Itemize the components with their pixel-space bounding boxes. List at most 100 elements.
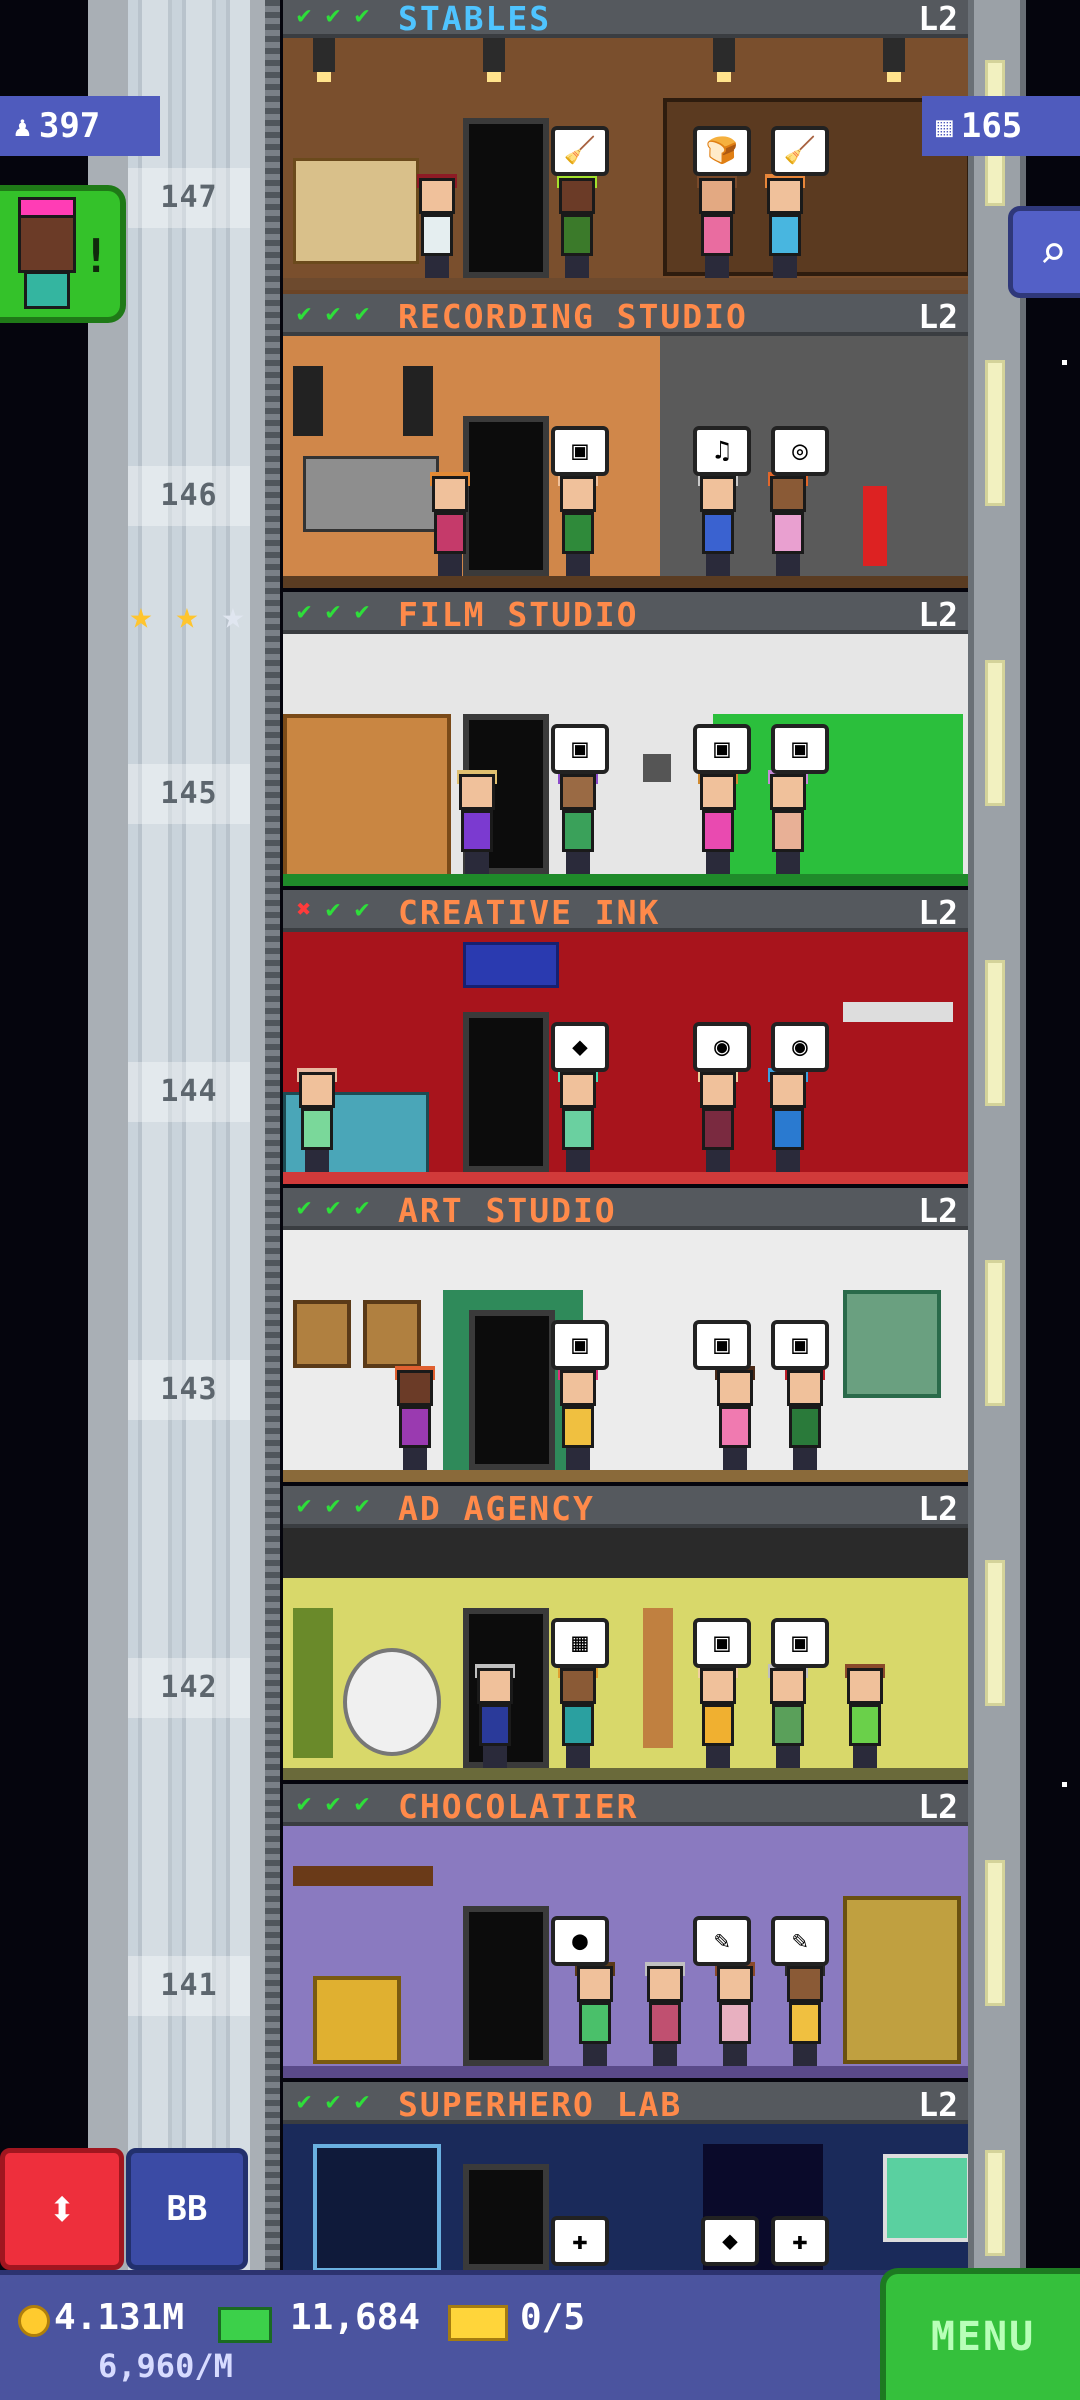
stock-bubble[interactable]: ♫ [693, 426, 751, 476]
floor-superhero-lab[interactable]: ✔ ✔ ✔ SUPERHERO LAB L2 ✚ ◆ ✚ [283, 2082, 968, 2270]
window [985, 960, 1005, 1106]
floor-header: ✔ ✔ ✔ RECORDING STUDIO L2 [283, 294, 968, 336]
stock-bubble[interactable]: ▣ [551, 1320, 609, 1370]
floor-level: L2 [918, 297, 958, 336]
floor-door[interactable] [463, 1906, 549, 2066]
star-icon: ★ [129, 593, 153, 637]
stock-bubble[interactable]: ▣ [693, 1320, 751, 1370]
painting [293, 1300, 351, 1368]
check-icon: ✔ [325, 299, 341, 327]
floor-header: ✔ ✔ ✔ ART STUDIO L2 [283, 1188, 968, 1230]
floor-level: L2 [918, 1489, 958, 1528]
lantern-icon [313, 38, 335, 82]
stock-bubble[interactable]: ▣ [771, 1618, 829, 1668]
check-icon: ✔ [354, 597, 370, 625]
stock-bubble[interactable]: ▣ [693, 724, 751, 774]
stock-bubble[interactable]: ✚ [551, 2216, 609, 2266]
lantern-icon [483, 38, 505, 82]
stock-bubble[interactable]: ▣ [693, 1618, 751, 1668]
population-counter[interactable]: ♟ 397 [0, 96, 160, 156]
floor-creative-ink[interactable]: ✖ ✔ ✔ CREATIVE INK L2 ◆ ◉ ◉ [283, 890, 968, 1188]
floor-status-checks: ✔ ✔ ✔ [291, 2087, 375, 2116]
stock-bubble[interactable]: ◎ [771, 426, 829, 476]
floors-counter[interactable]: ▦ 165 [922, 96, 1080, 156]
floor-number: 143 [160, 1372, 218, 1407]
room-floor [283, 576, 968, 588]
floor-stables[interactable]: ✔ ✔ ✔ STABLES L2 🧹 🍞 🧹 [283, 0, 968, 294]
ink-sign [463, 942, 559, 988]
room-floor [283, 1470, 968, 1482]
floor-door[interactable] [463, 1012, 549, 1172]
floor-name: SUPERHERO LAB [398, 2085, 683, 2124]
bitbook-button[interactable]: BB [126, 2148, 248, 2270]
stock-bubble[interactable]: ◆ [551, 1022, 609, 1072]
floor-number: 141 [160, 1968, 218, 2003]
floor-name: ART STUDIO [398, 1191, 617, 1230]
stock-bubble[interactable]: ▣ [771, 1320, 829, 1370]
painting [363, 1300, 421, 1368]
floor-recording-studio[interactable]: ✔ ✔ ✔ RECORDING STUDIO L2 ▣ ♫ ◎ [283, 294, 968, 592]
stock-bubble[interactable]: 🧹 [551, 126, 609, 176]
background-star [1062, 360, 1067, 365]
stock-bubble[interactable]: ✎ [771, 1916, 829, 1966]
floor-film-studio[interactable]: ✔ ✔ ✔ FILM STUDIO L2 ▣ ▣ ▣ [283, 592, 968, 890]
stock-bubble[interactable]: ✚ [771, 2216, 829, 2266]
room-floor [283, 1768, 968, 1780]
stock-bubble[interactable]: ▣ [771, 724, 829, 774]
check-icon: ✔ [354, 1491, 370, 1519]
check-icon: ✔ [296, 299, 312, 327]
floor-door[interactable] [463, 416, 549, 576]
check-icon: ✔ [325, 1491, 341, 1519]
floor-level: L2 [918, 2085, 958, 2124]
stock-bubble[interactable]: ◆ [701, 2216, 759, 2266]
elevator-button[interactable]: ⬍ [0, 2148, 124, 2270]
floor-header: ✔ ✔ ✔ AD AGENCY L2 [283, 1486, 968, 1528]
bitizen-alert-button[interactable]: ! [0, 185, 126, 323]
floor-header: ✔ ✔ ✔ CHOCOLATIER L2 [283, 1784, 968, 1826]
stock-bubble[interactable]: ▣ [551, 724, 609, 774]
floor-name: CREATIVE INK [398, 893, 661, 932]
floor-door[interactable] [469, 1310, 555, 1470]
check-icon: ✔ [354, 1193, 370, 1221]
stock-bubble[interactable]: ● [551, 1916, 609, 1966]
alert-icon: ! [82, 229, 110, 283]
population-icon: ♟ [14, 109, 31, 143]
floor-number: 144 [160, 1074, 218, 1109]
room-interior: ● ✎ ✎ [283, 1826, 968, 2078]
check-icon: ✔ [354, 299, 370, 327]
room-floor [283, 1172, 968, 1184]
bux-icon [218, 2307, 272, 2343]
check-icon: ✔ [296, 597, 312, 625]
elevator-cable [265, 0, 280, 2270]
floor-door[interactable] [463, 118, 549, 278]
floor-door[interactable] [463, 2164, 549, 2270]
star-icon: ★ [221, 593, 245, 637]
avatar [18, 215, 76, 273]
shelf [293, 1866, 433, 1886]
tickets-value: 0/5 [520, 2297, 586, 2338]
room-floor [283, 2066, 968, 2078]
floor-ad-agency[interactable]: ✔ ✔ ✔ AD AGENCY L2 ▦ ▣ ▣ [283, 1486, 968, 1784]
stock-bubble[interactable]: ◉ [693, 1022, 751, 1072]
room-interior: 🧹 🍞 🧹 [283, 38, 968, 290]
floor-chocolatier[interactable]: ✔ ✔ ✔ CHOCOLATIER L2 ● ✎ ✎ [283, 1784, 968, 2082]
search-button[interactable]: ⌕ [1008, 206, 1080, 298]
check-icon: ✔ [354, 1789, 370, 1817]
stock-bubble[interactable]: 🧹 [771, 126, 829, 176]
plant [293, 1608, 333, 1758]
floor-art-studio[interactable]: ✔ ✔ ✔ ART STUDIO L2 ▣ ▣ ▣ [283, 1188, 968, 1486]
stock-bubble[interactable]: ◉ [771, 1022, 829, 1072]
room-interior: ▣ ▣ ▣ [283, 1230, 968, 1482]
floor-level: L2 [918, 595, 958, 634]
floor-status-checks: ✔ ✔ ✔ [291, 597, 375, 626]
floor-level: L2 [918, 1191, 958, 1230]
menu-button[interactable]: MENU [880, 2268, 1080, 2400]
stock-bubble[interactable]: 🍞 [693, 126, 751, 176]
elevator-shaft[interactable] [128, 0, 250, 2270]
stock-bubble[interactable]: ✎ [693, 1916, 751, 1966]
stock-bubble[interactable]: ▣ [551, 426, 609, 476]
coins-rate: 6,960/M [98, 2347, 233, 2385]
egg-chair [343, 1648, 441, 1756]
star-rating: ★ ★ ★ [120, 594, 254, 636]
stock-bubble[interactable]: ▦ [551, 1618, 609, 1668]
